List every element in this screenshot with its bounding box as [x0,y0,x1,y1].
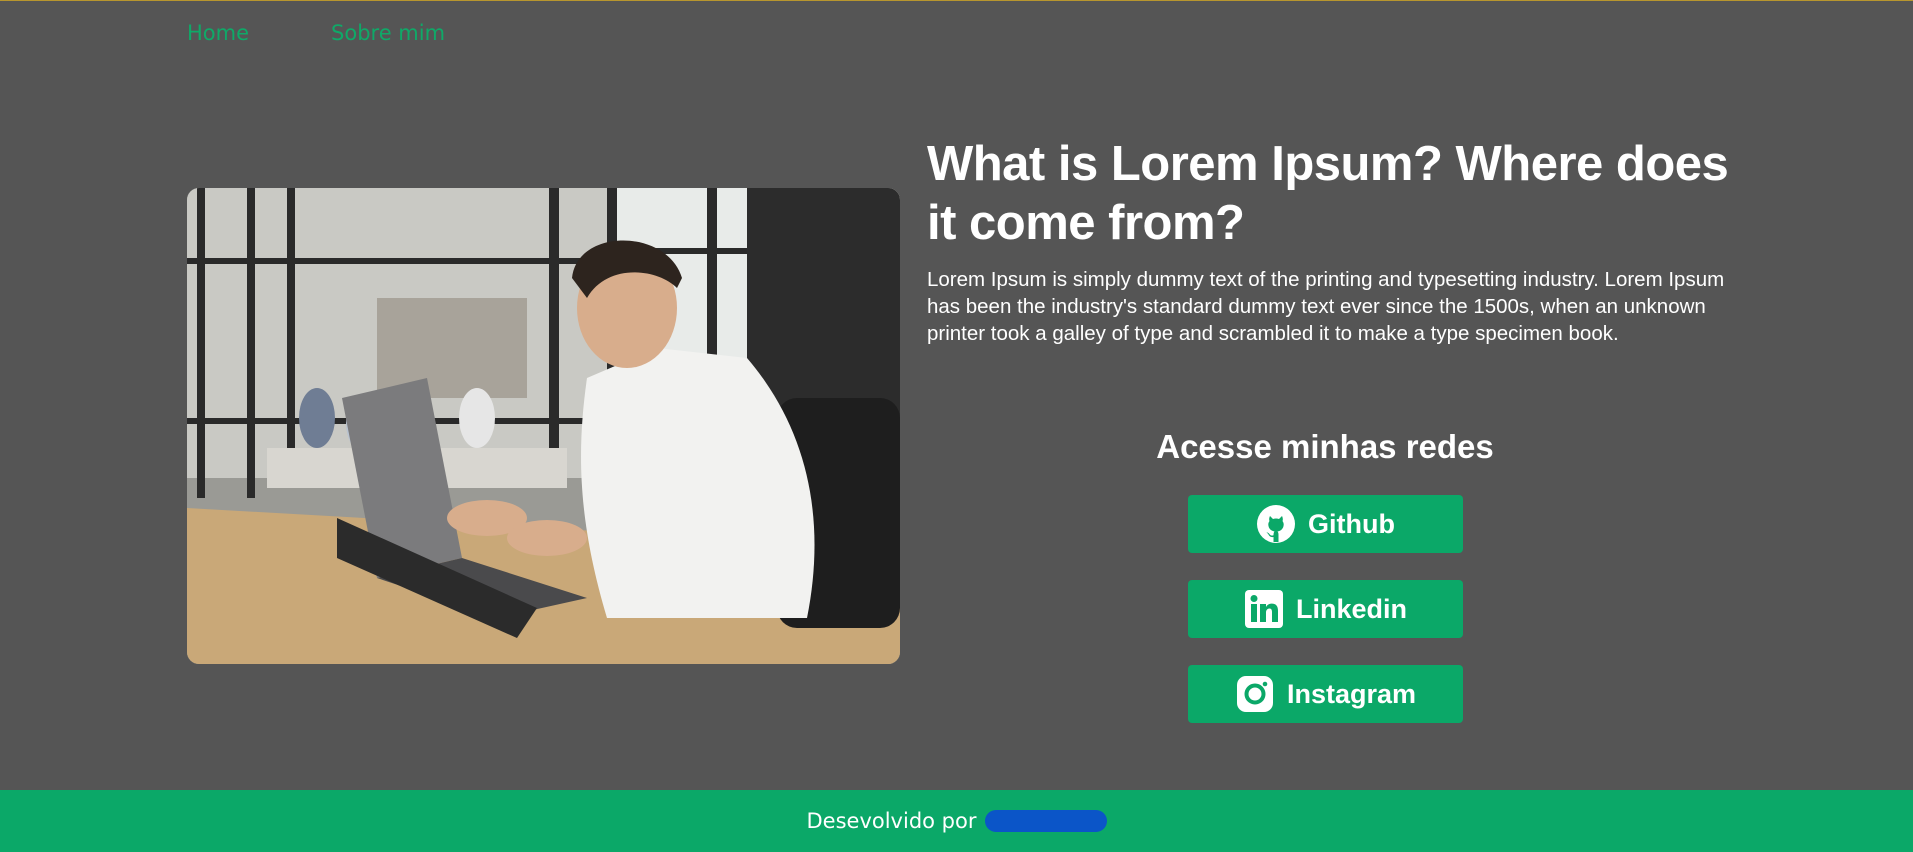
redacted-author-name [984,810,1107,832]
github-button-label: Github [1308,508,1395,539]
nav-link-home[interactable]: Home [187,21,249,45]
instagram-button-label: Instagram [1286,678,1417,709]
instagram-button[interactable]: Instagram [1188,665,1463,723]
instagram-icon [1235,674,1275,714]
hero-photo [187,188,900,664]
top-nav: Home Sobre mim [187,21,445,45]
linkedin-button[interactable]: Linkedin [1188,580,1463,638]
social-heading: Acesse minhas redes [1156,428,1494,465]
footer-text: Desevolvido por [806,809,977,833]
github-button[interactable]: Github [1188,495,1463,553]
linkedin-icon [1244,589,1284,629]
intro-paragraph: Lorem Ipsum is simply dummy text of the … [927,268,1725,345]
footer: Desevolvido por [0,790,1913,852]
nav-link-sobre-mim[interactable]: Sobre mim [331,21,445,45]
github-icon [1256,504,1296,544]
linkedin-button-label: Linkedin [1295,593,1407,624]
page-title: What is Lorem Ipsum? Where does it come … [927,137,1729,250]
